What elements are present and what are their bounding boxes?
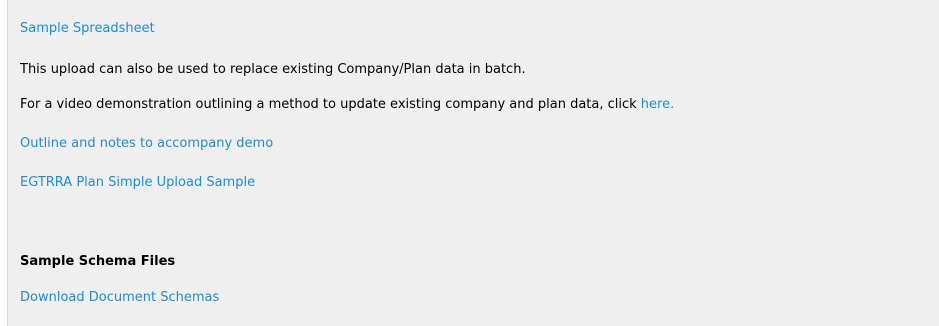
outline-notes-row: Outline and notes to accompany demo (20, 135, 273, 153)
video-demo-row: For a video demonstration outlining a me… (20, 96, 674, 114)
video-demo-text: For a video demonstration outlining a me… (20, 97, 641, 112)
download-schemas-row: Download Document Schemas (20, 289, 219, 307)
download-schemas-link[interactable]: Download Document Schemas (20, 290, 219, 305)
content-panel: Sample Spreadsheet This upload can also … (7, 0, 939, 326)
replace-note-text: This upload can also be used to replace … (20, 62, 526, 77)
sample-spreadsheet-row: Sample Spreadsheet (20, 20, 155, 38)
outline-notes-link[interactable]: Outline and notes to accompany demo (20, 136, 273, 151)
egtrra-sample-row: EGTRRA Plan Simple Upload Sample (20, 174, 255, 192)
video-demo-here-link[interactable]: here. (641, 97, 674, 112)
sample-spreadsheet-link[interactable]: Sample Spreadsheet (20, 21, 155, 36)
schema-files-heading: Sample Schema Files (20, 254, 176, 269)
egtrra-sample-link[interactable]: EGTRRA Plan Simple Upload Sample (20, 175, 255, 190)
